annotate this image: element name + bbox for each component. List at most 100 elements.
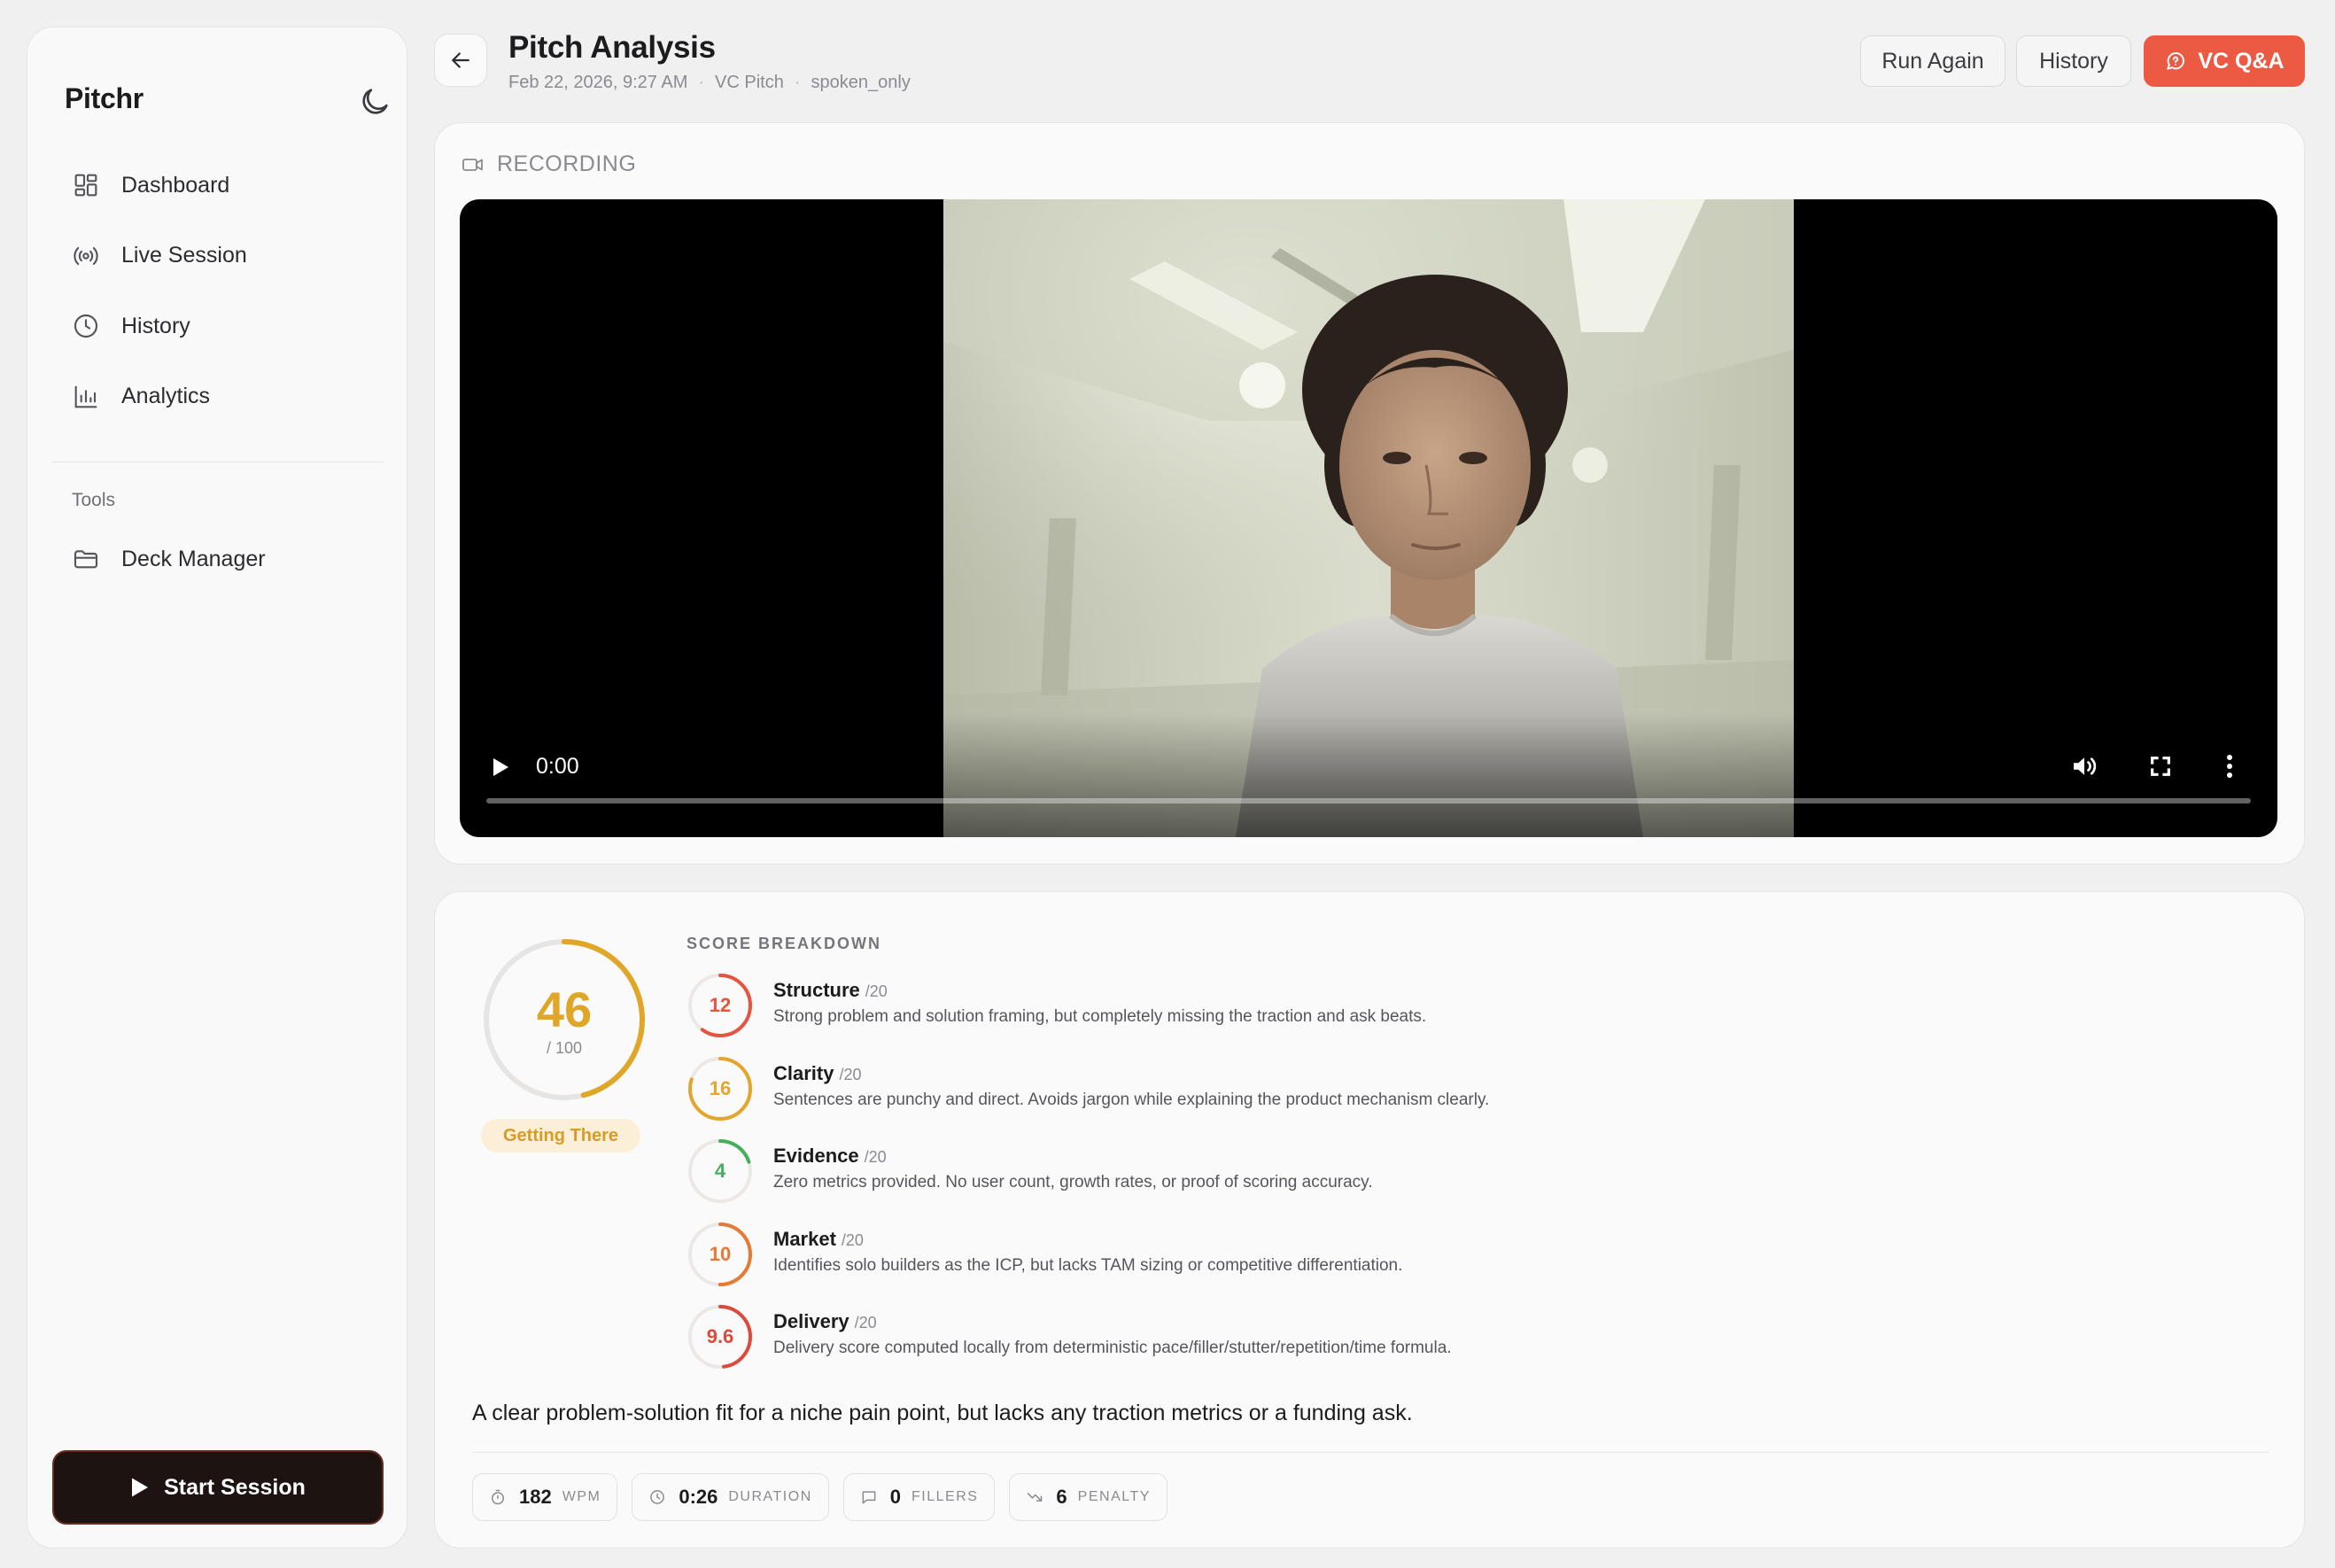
breakdown-list: 12 Structure/20 Strong problem and solut… [687,972,2015,1386]
stat-unit: WPM [562,1489,601,1504]
pitch-type: VC Pitch [715,73,784,92]
overall-score-max: / 100 [546,1039,583,1057]
breakdown-item-clarity: 16 Clarity/20 Sentences are punchy and d… [687,1055,2015,1138]
broadcast-icon [74,246,98,265]
breakdown-title: SCORE BREAKDOWN [687,935,882,952]
breakdown-description: Zero metrics provided. No user count, gr… [773,1173,1373,1192]
folder-icon [74,550,98,569]
summary-divider [472,1452,2269,1453]
breakdown-item-evidence: 4 Evidence/20 Zero metrics provided. No … [687,1137,2015,1221]
page-title: Pitch Analysis [508,30,716,65]
score-card: 46 / 100 Getting There SCORE BREAKDOWN 1… [434,891,2305,1549]
overall-score-value: 46 [536,982,593,1037]
sidebar-item-label: Analytics [121,384,211,408]
meta-separator: · [794,73,801,92]
breakdown-name: Structure/20 [773,979,888,1001]
play-icon [132,1478,149,1497]
sidebar-nav: Dashboard Live Session History Analytics [63,159,382,440]
breakdown-score: 12 [709,994,732,1016]
stat-unit: PENALTY [1077,1489,1151,1504]
sidebar-item-history[interactable]: History [63,299,382,353]
video-camera-icon [462,158,483,171]
start-session-label: Start Session [164,1474,306,1500]
stat-value: 0 [889,1486,901,1508]
breakdown-name: Market/20 [773,1227,864,1250]
clock-icon [650,1490,665,1504]
video-current-time: 0:00 [536,754,579,779]
sidebar-item-analytics[interactable]: Analytics [63,370,382,423]
breakdown-description: Identifies solo builders as the ICP, but… [773,1255,1403,1275]
recording-label: RECORDING [462,151,636,177]
recording-label-text: RECORDING [497,151,637,176]
stat-wpm: 182 WPM [472,1473,618,1521]
breakdown-item-structure: 12 Structure/20 Strong problem and solut… [687,972,2015,1055]
run-again-button[interactable]: Run Again [1860,35,2005,87]
recording-card: RECORDING 0:00 [434,122,2305,865]
video-controls-overlay [460,713,2277,837]
stats-row: 182 WPM 0:26 DURATION 0 FILLERS 6 PENALT… [472,1473,1182,1521]
tools-section-label: Tools [72,490,116,510]
breakdown-item-delivery: 9.6 Delivery/20 Delivery score computed … [687,1303,2015,1386]
breakdown-description: Sentences are punchy and direct. Avoids … [773,1090,1490,1109]
more-vertical-icon [2227,755,2232,778]
dashboard-icon [74,174,97,197]
pitch-date: Feb 22, 2026, 9:27 AM [508,73,688,92]
trending-down-icon [1028,1493,1043,1502]
vc-qa-label: VC Q&A [2198,48,2285,74]
breakdown-name: Delivery/20 [773,1310,877,1332]
sidebar-item-deck-manager[interactable]: Deck Manager [63,532,382,586]
bar-chart-icon [74,385,97,408]
sidebar-item-label: Dashboard [121,172,230,198]
breakdown-item-market: 10 Market/20 Identifies solo builders as… [687,1221,2015,1304]
stat-unit: FILLERS [912,1489,979,1504]
back-button[interactable] [434,34,487,87]
play-icon [493,758,508,776]
volume-icon [2074,757,2097,775]
sidebar: Pitchr Dashboard Live Session History An… [27,27,407,1549]
stat-fillers: 0 FILLERS [842,1473,996,1521]
start-session-button[interactable]: Start Session [52,1450,384,1525]
pitch-mode: spoken_only [811,73,911,92]
history-button[interactable]: History [2016,35,2131,87]
breakdown-score: 4 [714,1160,726,1182]
meta-separator: · [698,73,705,92]
status-badge: Getting There [481,1119,640,1153]
breakdown-score: 9.6 [706,1325,734,1347]
arrow-left-icon [452,52,469,68]
stat-duration: 0:26 DURATION [632,1473,829,1521]
stat-value: 6 [1056,1486,1067,1508]
breakdown-description: Delivery score computed locally from det… [773,1339,1452,1357]
message-icon [862,1491,876,1504]
theme-toggle-button[interactable] [357,84,392,120]
sidebar-item-label: Live Session [121,243,247,268]
video-player[interactable]: 0:00 [460,199,2277,837]
breakdown-score: 10 [709,1242,732,1265]
fullscreen-icon [2151,757,2170,776]
volume-button[interactable] [2068,750,2100,782]
video-progress-bar[interactable] [486,798,2251,803]
tools-nav: Deck Manager [63,532,382,603]
sidebar-item-label: Deck Manager [121,546,266,571]
stat-penalty: 6 PENALTY [1009,1473,1168,1521]
sidebar-item-live-session[interactable]: Live Session [63,229,382,283]
breakdown-name: Clarity/20 [773,1061,862,1084]
pitch-meta: Feb 22, 2026, 9:27 AM · VC Pitch · spoke… [508,73,911,93]
clock-icon [74,314,98,338]
summary-text: A clear problem-solution fit for a niche… [472,1401,1413,1425]
vc-qa-button[interactable]: VC Q&A [2144,35,2305,87]
stat-unit: DURATION [728,1489,812,1504]
more-options-button[interactable] [2223,750,2237,782]
breakdown-name: Evidence/20 [773,1145,887,1167]
breakdown-score: 16 [709,1076,732,1099]
moon-icon [362,89,388,114]
play-button[interactable] [488,754,513,780]
stat-value: 182 [519,1486,552,1508]
brand-logo[interactable]: Pitchr [65,82,144,115]
stopwatch-icon [492,1489,504,1505]
stat-value: 0:26 [679,1486,718,1508]
fullscreen-button[interactable] [2146,752,2175,780]
sidebar-item-label: History [121,313,190,338]
sidebar-item-dashboard[interactable]: Dashboard [63,159,382,212]
breakdown-description: Strong problem and solution framing, but… [773,1007,1427,1026]
chat-bubble-icon [2167,52,2185,70]
